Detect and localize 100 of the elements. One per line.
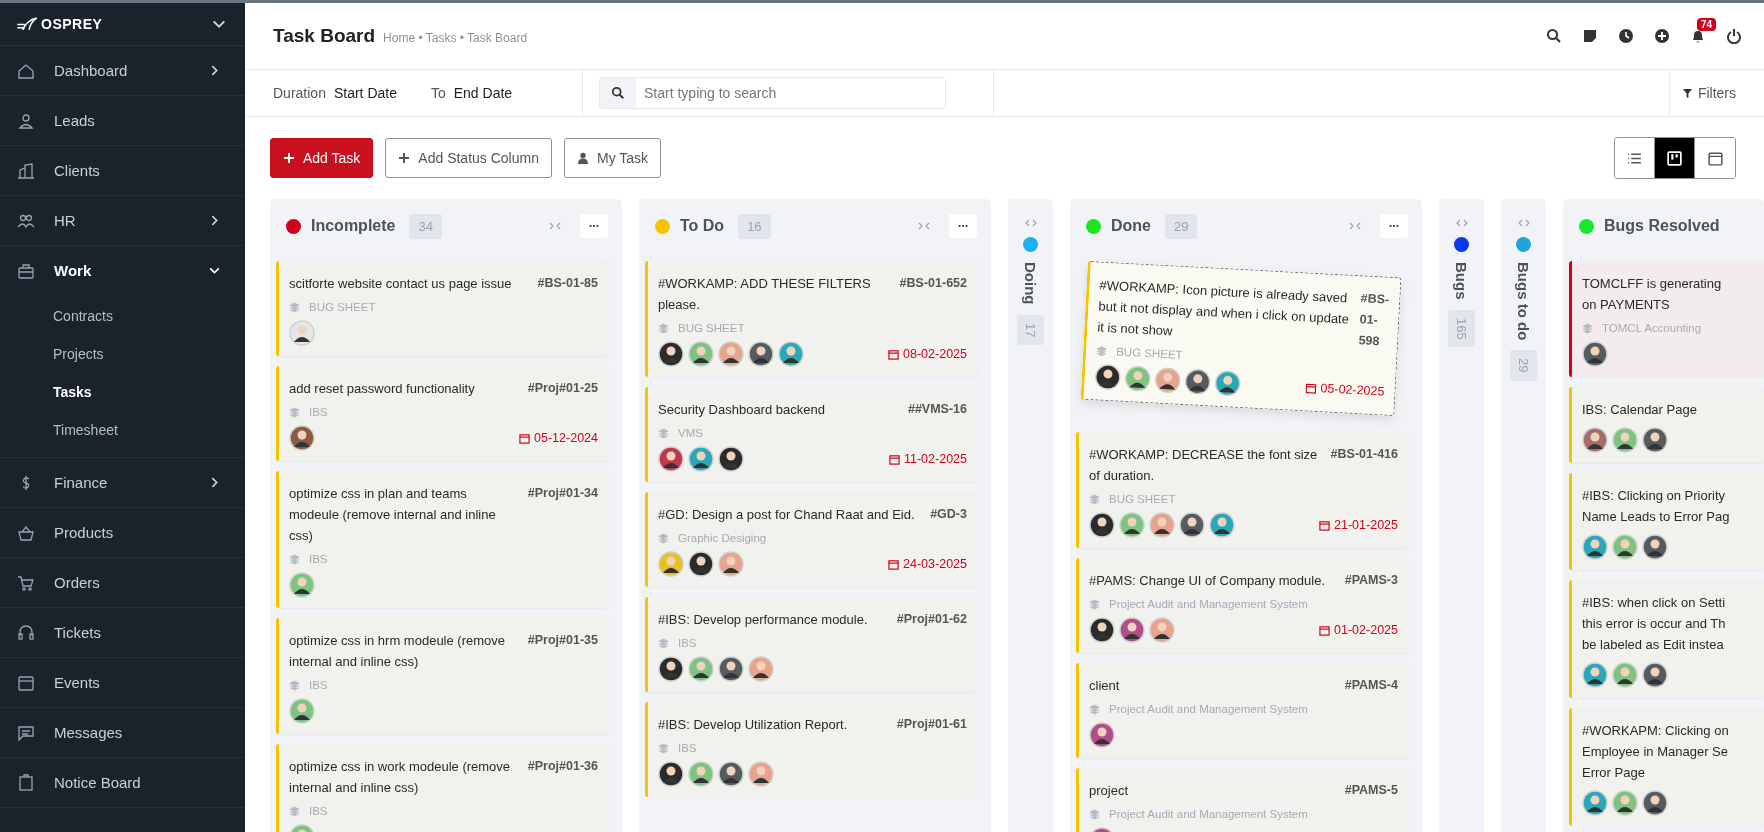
start-date-field[interactable]: Start Date bbox=[333, 85, 397, 101]
task-title: TOMCLFF is generating on PAYMENTS bbox=[1582, 275, 1722, 314]
submenu-item[interactable]: Timesheet bbox=[0, 411, 245, 449]
user-icon bbox=[576, 152, 589, 164]
task-card[interactable]: scitforte website contact us page issue #BS-01-85 BUG SHEET bbox=[276, 261, 608, 356]
project-name: BUG SHEET bbox=[678, 322, 745, 334]
filters-button[interactable]: Filters bbox=[1669, 70, 1764, 116]
sidebar-item[interactable]: Work bbox=[0, 246, 245, 295]
task-card[interactable]: #IBS: Develop performance module. #Proj#01-62 IBS bbox=[645, 597, 977, 692]
task-card[interactable]: project #PAMS-5 Project Audit and Management System bbox=[1076, 768, 1408, 832]
my-task-button[interactable]: My Task bbox=[563, 138, 662, 178]
due-date: 05-12-2024 bbox=[534, 431, 598, 445]
task-count: 16 bbox=[738, 213, 771, 239]
power-icon[interactable] bbox=[1726, 28, 1742, 44]
project-name: IBS bbox=[309, 553, 328, 565]
add-icon[interactable] bbox=[1654, 28, 1670, 44]
due-date: 05-02-2025 bbox=[1320, 381, 1385, 399]
task-title: client bbox=[1089, 677, 1120, 695]
task-title: #IBS: Develop Utilization Report. bbox=[658, 716, 848, 734]
layers-icon bbox=[289, 406, 300, 418]
task-count: 17 bbox=[1017, 314, 1044, 345]
project-name: BUG SHEET bbox=[309, 301, 376, 313]
collapse-icon[interactable] bbox=[1348, 222, 1362, 230]
end-date-field[interactable]: End Date bbox=[453, 85, 513, 101]
task-code: #Proj#01-62 bbox=[896, 611, 967, 628]
task-card[interactable]: #WORKAMP: DECREASE the font size of duration. #BS-01-416 BUG SHEET 21-01-2025 bbox=[1076, 432, 1408, 548]
plus-icon bbox=[283, 152, 295, 164]
logo-text: OSPREY bbox=[41, 16, 103, 32]
task-card[interactable]: optimize css in work modeule (remove internal and inline css) #Proj#01-36 IBS bbox=[276, 744, 608, 832]
more-icon bbox=[957, 224, 969, 228]
task-title: #IBS: Develop performance module. bbox=[658, 611, 868, 629]
project-name: Project Audit and Management System bbox=[1109, 808, 1308, 820]
task-title: #IBS: when click on Setti this error is occur and Th be labeled as Edit instea bbox=[1582, 594, 1726, 654]
expand-icon[interactable] bbox=[1516, 219, 1531, 227]
task-card[interactable]: #IBS: Develop Utilization Report. #Proj#01-61 IBS bbox=[645, 702, 977, 797]
task-title: scitforte website contact us page issue bbox=[289, 275, 512, 293]
submenu-item[interactable]: Projects bbox=[0, 335, 245, 373]
bird-icon bbox=[16, 16, 38, 32]
layers-icon bbox=[1089, 703, 1100, 715]
column-title: Done bbox=[1111, 217, 1151, 235]
task-card[interactable]: IBS: Calendar Page bbox=[1569, 387, 1764, 463]
task-card[interactable]: #WORKAPM: Clicking on Employee in Manager Se Error Page bbox=[1569, 708, 1764, 826]
column-title: Bugs to do bbox=[1515, 262, 1532, 341]
filter-icon bbox=[1681, 87, 1693, 99]
task-title: #WORKAMP: ADD THESE FILTERS please. bbox=[658, 275, 872, 314]
task-code: #BS-01-652 bbox=[899, 275, 967, 292]
expand-icon[interactable] bbox=[1454, 219, 1469, 227]
collapsed-column[interactable]: Bugs to do 29 bbox=[1501, 199, 1546, 832]
search-icon bbox=[611, 86, 625, 100]
collapse-icon[interactable] bbox=[548, 222, 562, 230]
board-view-button[interactable] bbox=[1655, 138, 1695, 178]
submenu-item[interactable]: Contracts bbox=[0, 297, 245, 335]
task-title: project bbox=[1089, 782, 1129, 800]
expand-icon[interactable] bbox=[1023, 219, 1038, 227]
clock-icon[interactable] bbox=[1618, 28, 1634, 44]
task-card[interactable]: add reset password functionality #Proj#01-25 IBS 05-12-2024 bbox=[276, 366, 608, 461]
layers-icon bbox=[289, 301, 300, 313]
project-name: VMS bbox=[678, 427, 703, 439]
task-card[interactable]: optimize css in hrm modeule (remove internal and inline css) #Proj#01-35 IBS bbox=[276, 618, 608, 734]
more-button[interactable] bbox=[949, 214, 977, 238]
task-card[interactable]: #PAMS: Change UI of Company module. #PAMS-3 Project Audit and Management System 01-02-2025 bbox=[1076, 558, 1408, 653]
project-name: Project Audit and Management System bbox=[1109, 598, 1308, 610]
task-title: #WORKAMP: DECREASE the font size of duration. bbox=[1089, 446, 1319, 485]
note-icon[interactable] bbox=[1582, 28, 1598, 44]
task-title: #WORKAPM: Clicking on Employee in Manager Se Error Page bbox=[1582, 722, 1729, 782]
submenu-item[interactable]: Tasks bbox=[0, 373, 245, 411]
add-column-button[interactable]: Add Status Column bbox=[385, 138, 552, 178]
layers-icon bbox=[1089, 808, 1100, 820]
due-date: 24-03-2025 bbox=[903, 557, 967, 571]
layers-icon bbox=[658, 637, 669, 649]
collapsed-column[interactable]: Bugs 165 bbox=[1439, 199, 1484, 832]
more-button[interactable] bbox=[1380, 214, 1408, 238]
add-task-button[interactable]: Add Task bbox=[270, 138, 374, 178]
project-name: Graphic Desiging bbox=[678, 532, 767, 544]
task-card[interactable]: #IBS: Clicking on Priority Name Leads to Error Pag bbox=[1569, 473, 1764, 570]
layers-icon bbox=[289, 679, 300, 691]
layers-icon bbox=[289, 553, 300, 565]
task-card[interactable]: TOMCLFF is generating on PAYMENTS TOMCL Accounting bbox=[1569, 261, 1764, 377]
task-code: #Proj#01-34 bbox=[527, 485, 598, 502]
search-field[interactable]: Start typing to search bbox=[599, 77, 946, 109]
task-title: #WORKAMP: Icon picture is already saved but it not display and when i click on update it is not show bbox=[1096, 276, 1351, 341]
task-card[interactable]: Security Dashboard backend ##VMS-16 VMS 11-02-2025 bbox=[645, 387, 977, 482]
task-card[interactable]: #WORKAMP: ADD THESE FILTERS please. #BS-01-652 BUG SHEET 08-02-2025 bbox=[645, 261, 977, 377]
project-name: IBS bbox=[678, 637, 697, 649]
task-card[interactable]: #GD: Design a post for Chand Raat and Eid. #GD-3 Graphic Desiging 24-03-2025 bbox=[645, 492, 977, 587]
task-card[interactable]: #IBS: when click on Setti this error is occur and Th be labeled as Edit instea bbox=[1569, 580, 1764, 698]
more-icon bbox=[588, 224, 600, 228]
task-title: add reset password functionality bbox=[289, 380, 475, 398]
task-card[interactable]: client #PAMS-4 Project Audit and Management System bbox=[1076, 663, 1408, 758]
collapsed-column[interactable]: Doing 17 bbox=[1008, 199, 1053, 832]
more-button[interactable] bbox=[580, 214, 608, 238]
task-title: optimize css in plan and teams modeule (remove internal and inline css) bbox=[289, 485, 497, 545]
logo[interactable]: OSPREY bbox=[16, 16, 103, 32]
task-count: 34 bbox=[409, 213, 442, 239]
collapse-icon[interactable] bbox=[917, 222, 931, 230]
project-name: TOMCL Accounting bbox=[1602, 322, 1702, 334]
search-icon[interactable] bbox=[1546, 28, 1562, 44]
task-title: #IBS: Clicking on Priority Name Leads to Error Pag bbox=[1582, 487, 1730, 526]
task-card[interactable]: optimize css in plan and teams modeule (remove internal and inline css) #Proj#01-34 IBS bbox=[276, 471, 608, 608]
column-title: Bugs bbox=[1453, 262, 1470, 300]
